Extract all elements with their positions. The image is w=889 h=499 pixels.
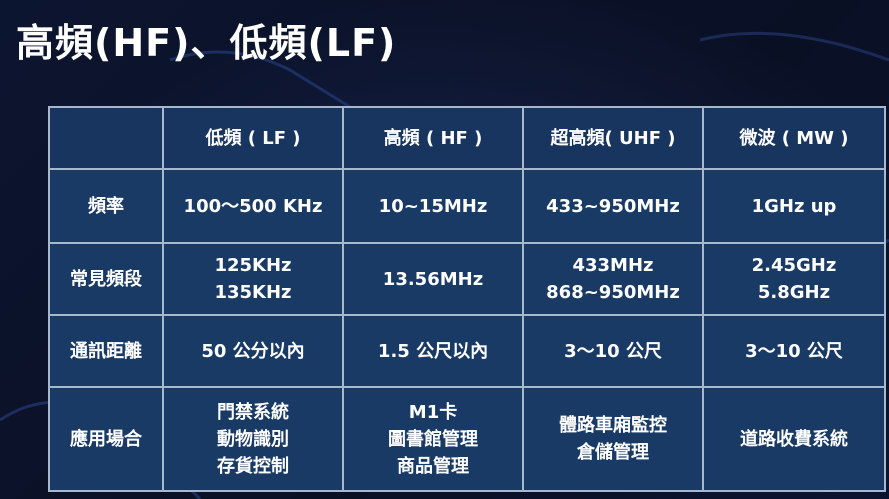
cell-frequency-uhf: 433~950MHz bbox=[522, 168, 704, 244]
table-row-frequency: 頻率 100～500 KHz 10~15MHz 433~950MHz 1GHz … bbox=[48, 168, 886, 244]
cell-common-band-hf: 13.56MHz bbox=[342, 242, 524, 316]
table-row-application: 應用場合 門禁系統 動物識別 存貨控制 M1卡 圖書館管理 商品管理 體路車廂監… bbox=[48, 386, 886, 492]
column-header-mw: 微波 ( MW ) bbox=[702, 106, 886, 170]
cell-application-mw: 道路收費系統 bbox=[702, 386, 886, 492]
rfid-frequency-table: 低頻 ( LF ) 高頻 ( HF ) 超高頻( UHF ) 微波 ( MW )… bbox=[48, 106, 886, 492]
cell-distance-uhf: 3～10 公尺 bbox=[522, 314, 704, 388]
table-header-row: 低頻 ( LF ) 高頻 ( HF ) 超高頻( UHF ) 微波 ( MW ) bbox=[48, 106, 886, 170]
cell-application-hf: M1卡 圖書館管理 商品管理 bbox=[342, 386, 524, 492]
table-row-common-band: 常見頻段 125KHz 135KHz 13.56MHz 433MHz 868~9… bbox=[48, 242, 886, 316]
row-label-common-band: 常見頻段 bbox=[48, 242, 164, 316]
cell-application-lf: 門禁系統 動物識別 存貨控制 bbox=[162, 386, 344, 492]
cell-common-band-lf: 125KHz 135KHz bbox=[162, 242, 344, 316]
cell-frequency-lf: 100～500 KHz bbox=[162, 168, 344, 244]
table-row-distance: 通訊距離 50 公分以內 1.5 公尺以內 3～10 公尺 3～10 公尺 bbox=[48, 314, 886, 388]
cell-frequency-hf: 10~15MHz bbox=[342, 168, 524, 244]
column-header-uhf: 超高頻( UHF ) bbox=[522, 106, 704, 170]
cell-distance-hf: 1.5 公尺以內 bbox=[342, 314, 524, 388]
page-title: 高頻(HF)、低頻(LF) bbox=[16, 21, 397, 65]
column-header-lf: 低頻 ( LF ) bbox=[162, 106, 344, 170]
cell-distance-lf: 50 公分以內 bbox=[162, 314, 344, 388]
row-label-frequency: 頻率 bbox=[48, 168, 164, 244]
table-corner-cell bbox=[48, 106, 164, 170]
cell-application-uhf: 體路車廂監控 倉儲管理 bbox=[522, 386, 704, 492]
row-label-application: 應用場合 bbox=[48, 386, 164, 492]
column-header-hf: 高頻 ( HF ) bbox=[342, 106, 524, 170]
cell-common-band-uhf: 433MHz 868~950MHz bbox=[522, 242, 704, 316]
cell-common-band-mw: 2.45GHz 5.8GHz bbox=[702, 242, 886, 316]
cell-distance-mw: 3～10 公尺 bbox=[702, 314, 886, 388]
cell-frequency-mw: 1GHz up bbox=[702, 168, 886, 244]
row-label-distance: 通訊距離 bbox=[48, 314, 164, 388]
